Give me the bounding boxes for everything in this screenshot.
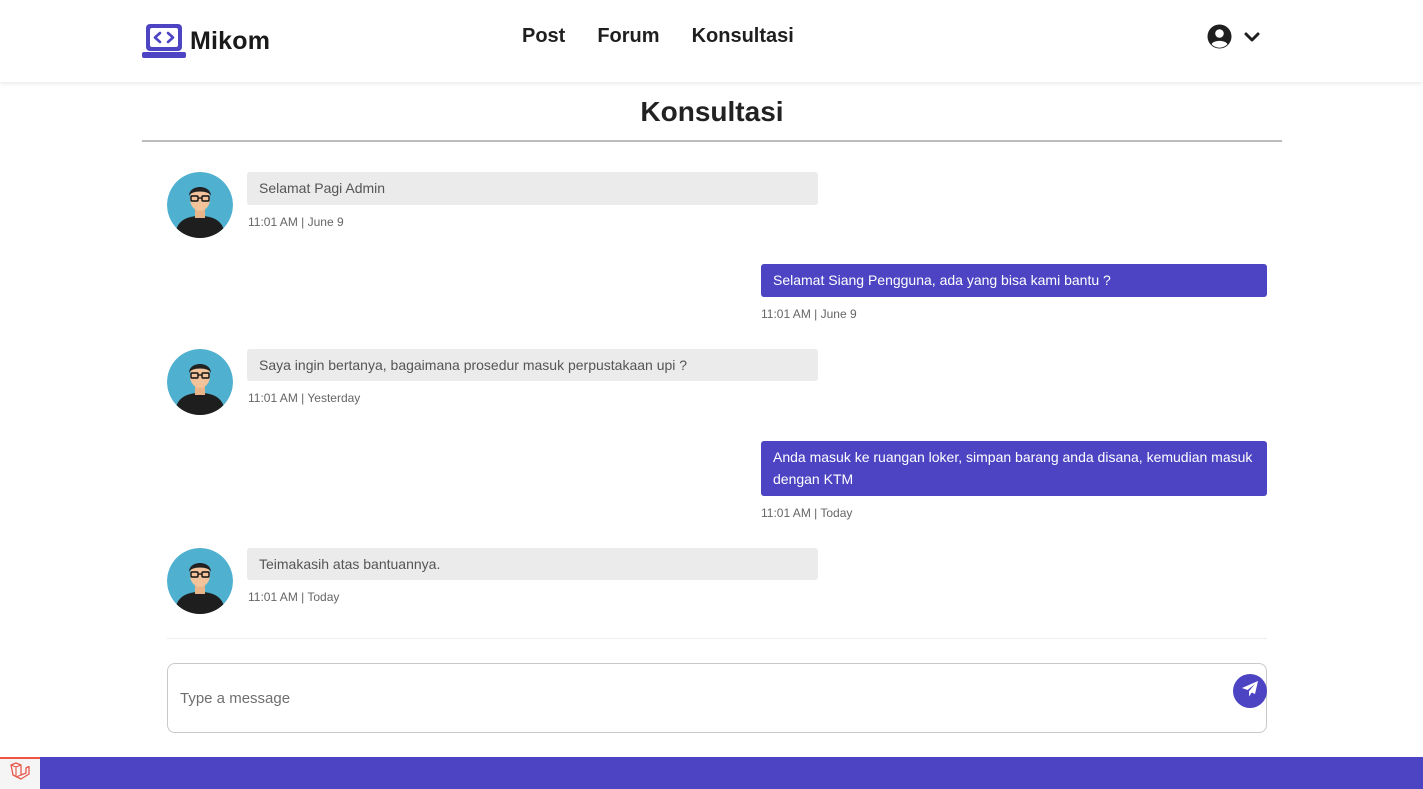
debugbar-toggle[interactable]: [0, 757, 40, 789]
paper-plane-icon: [1241, 680, 1259, 703]
send-button[interactable]: [1233, 674, 1267, 708]
brand-name: Mikom: [190, 26, 271, 55]
nav-post[interactable]: Post: [522, 25, 565, 48]
navbar: Mikom Post Forum Konsultasi: [0, 0, 1423, 82]
message-time: 11:01 AM | Today: [248, 590, 340, 604]
message-time: 11:01 AM | Yesterday: [248, 391, 361, 405]
message-text: Selamat Pagi Admin: [247, 172, 818, 205]
message-time: 11:01 AM | June 9: [761, 307, 857, 321]
main-nav: Post Forum Konsultasi: [522, 25, 826, 48]
avatar-icon: [167, 349, 233, 415]
nav-forum[interactable]: Forum: [597, 25, 659, 48]
message-time: 11:01 AM | Today: [761, 506, 853, 520]
message-composer: [167, 663, 1267, 733]
user-menu-button[interactable]: [1207, 24, 1260, 54]
nav-konsultasi[interactable]: Konsultasi: [692, 25, 794, 48]
message-text: Anda masuk ke ruangan loker, simpan bara…: [761, 441, 1267, 496]
brand[interactable]: Mikom: [142, 22, 270, 60]
avatar-icon: [167, 172, 233, 238]
message-input[interactable]: [180, 686, 1220, 710]
message-text: Selamat Siang Pengguna, ada yang bisa ka…: [761, 264, 1267, 297]
avatar-icon: [167, 548, 233, 614]
title-divider: [142, 140, 1282, 142]
footer-bar: [0, 757, 1423, 789]
message-text: Teimakasih atas bantuannya.: [247, 548, 818, 580]
chevron-down-icon: [1244, 30, 1260, 48]
user-circle-icon: [1207, 24, 1232, 54]
message-time: 11:01 AM | June 9: [248, 215, 344, 229]
message-text: Saya ingin bertanya, bagaimana prosedur …: [247, 349, 818, 381]
chat-divider: [167, 638, 1267, 639]
laptop-code-icon: [142, 22, 186, 60]
page-title: Konsultasi: [640, 96, 784, 127]
laravel-logo-icon: [9, 761, 31, 787]
